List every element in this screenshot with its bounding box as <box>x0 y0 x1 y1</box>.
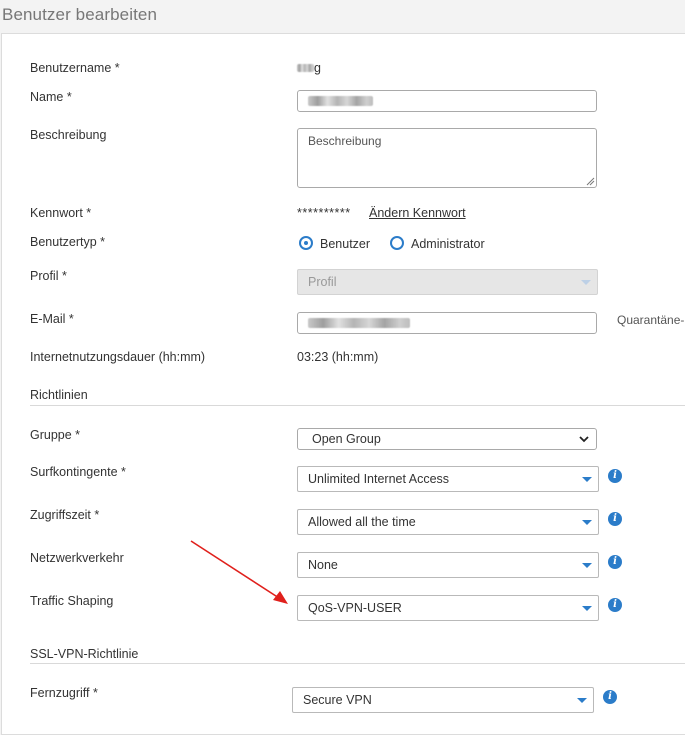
radio-benutzer[interactable] <box>299 236 313 250</box>
info-icon[interactable]: i <box>608 555 622 569</box>
page-title: Benutzer bearbeiten <box>2 5 158 24</box>
profile-label: Profil * <box>30 269 67 283</box>
access-time-select[interactable]: Allowed all the time <box>297 509 599 535</box>
group-label: Gruppe * <box>30 428 81 442</box>
radio-administrator[interactable] <box>390 236 404 250</box>
caret-down-icon <box>582 477 592 482</box>
access-time-label: Zugriffszeit * <box>30 508 100 522</box>
network-traffic-select-value: None <box>308 558 338 572</box>
chevron-down-icon <box>579 436 589 443</box>
name-label: Name * <box>30 90 72 104</box>
group-select[interactable]: Open Group <box>297 428 597 450</box>
remote-access-label: Fernzugriff * <box>30 686 98 700</box>
email-label: E-Mail * <box>30 312 74 326</box>
traffic-shaping-select-value: QoS-VPN-USER <box>308 601 402 615</box>
caret-down-icon <box>582 606 592 611</box>
ssl-vpn-section-title: SSL-VPN-Richtlinie <box>30 647 139 661</box>
remote-access-select-value: Secure VPN <box>303 693 372 707</box>
info-icon[interactable]: i <box>603 690 617 704</box>
network-traffic-label: Netzwerkverkehr <box>30 551 124 565</box>
caret-down-icon <box>582 563 592 568</box>
password-label: Kennwort * <box>30 206 92 220</box>
access-time-select-value: Allowed all the time <box>308 515 416 529</box>
profile-select-value: Profil <box>308 275 337 289</box>
policies-section-title: Richtlinien <box>30 388 88 402</box>
username-suffix: g <box>314 61 321 75</box>
info-icon[interactable]: i <box>608 469 622 483</box>
surf-quota-select[interactable]: Unlimited Internet Access <box>297 466 599 492</box>
traffic-shaping-select[interactable]: QoS-VPN-USER <box>297 595 599 621</box>
group-select-value: Open Group <box>312 432 381 446</box>
description-textarea[interactable] <box>297 128 597 188</box>
name-redacted <box>308 96 373 106</box>
password-masked: ********** <box>297 206 351 220</box>
policies-divider <box>30 405 685 406</box>
profile-select: Profil <box>297 269 598 295</box>
remote-access-select[interactable]: Secure VPN <box>292 687 594 713</box>
username-redacted <box>297 64 314 72</box>
radio-administrator-label: Administrator <box>411 237 485 251</box>
caret-down-icon <box>582 520 592 525</box>
ssl-vpn-divider <box>30 663 685 664</box>
internet-duration-label: Internetnutzungsdauer (hh:mm) <box>30 350 206 364</box>
user-type-label: Benutzertyp * <box>30 235 106 249</box>
traffic-shaping-label: Traffic Shaping <box>30 594 114 608</box>
email-redacted <box>308 318 410 328</box>
change-password-link[interactable]: Ändern Kennwort <box>369 206 466 220</box>
name-input[interactable] <box>297 90 597 112</box>
description-label: Beschreibung <box>30 128 107 142</box>
radio-benutzer-label: Benutzer <box>320 237 371 251</box>
resize-grip-icon[interactable] <box>586 177 595 186</box>
username-label: Benutzername * <box>30 61 120 75</box>
username-value: g <box>297 61 323 76</box>
surf-quota-label: Surfkontingente * <box>30 465 126 479</box>
caret-down-icon <box>577 698 587 703</box>
quarantine-text: Quarantäne- <box>617 313 685 327</box>
info-icon[interactable]: i <box>608 598 622 612</box>
caret-down-icon <box>581 280 591 285</box>
internet-duration-value: 03:23 (hh:mm) <box>297 350 379 364</box>
network-traffic-select[interactable]: None <box>297 552 599 578</box>
surf-quota-select-value: Unlimited Internet Access <box>308 472 450 486</box>
email-input[interactable] <box>297 312 597 334</box>
info-icon[interactable]: i <box>608 512 622 526</box>
